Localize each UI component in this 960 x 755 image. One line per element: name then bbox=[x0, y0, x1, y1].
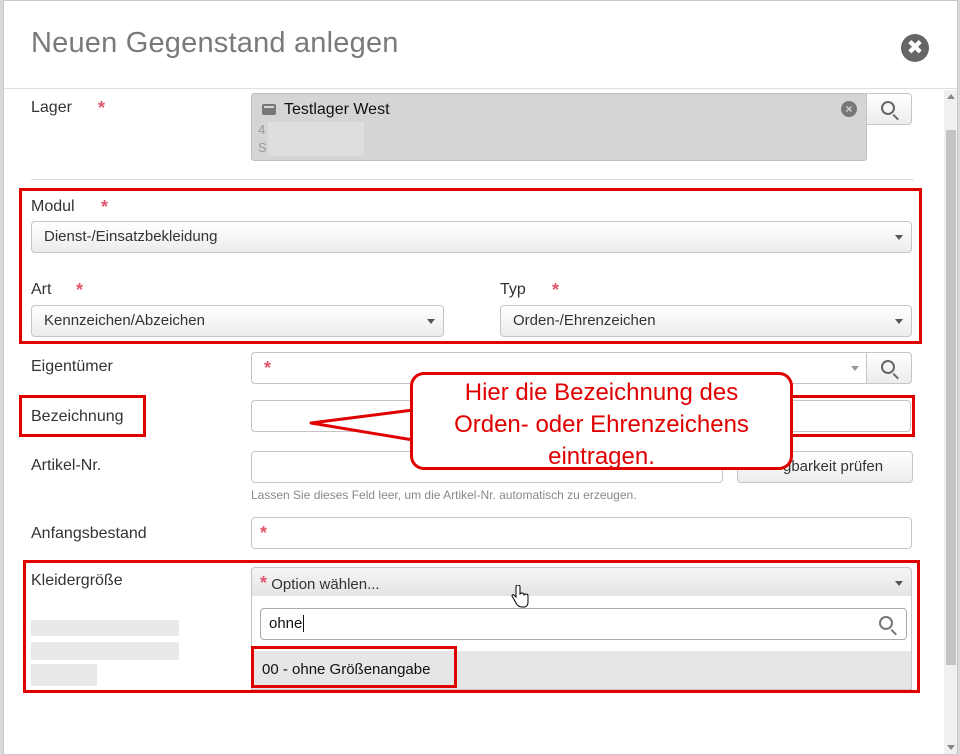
callout-tail bbox=[309, 408, 416, 442]
clear-icon[interactable]: × bbox=[841, 101, 857, 117]
highlight-box-modul-art-typ bbox=[19, 188, 922, 344]
highlight-box-option bbox=[251, 646, 457, 688]
search-icon bbox=[881, 360, 895, 374]
highlight-box-kleidergroesse bbox=[23, 560, 920, 693]
modal-title: Neuen Gegenstand anlegen bbox=[31, 27, 399, 59]
eigentuemer-search-button[interactable] bbox=[866, 352, 912, 384]
highlight-box-bezeichnung-input bbox=[787, 395, 915, 437]
scrollbar-thumb[interactable] bbox=[946, 130, 956, 665]
form-body: Lager * Testlager West × 4 S Modul * Die… bbox=[4, 90, 957, 754]
lager-address-line: 4 bbox=[258, 122, 266, 137]
anfangsbestand-required-marker: * bbox=[260, 523, 268, 543]
lager-value: Testlager West bbox=[284, 101, 390, 118]
vertical-scrollbar[interactable] bbox=[944, 90, 957, 754]
redacted-area bbox=[268, 122, 364, 156]
scroll-down-icon[interactable] bbox=[947, 745, 955, 750]
highlight-box-bezeichnung-label bbox=[19, 395, 146, 437]
eigentuemer-label: Eigentümer bbox=[31, 358, 113, 375]
chevron-down-icon bbox=[851, 366, 859, 371]
check-availability-label: gbarkeit prüfen bbox=[783, 458, 884, 475]
callout-line: Hier die Bezeichnung des bbox=[464, 379, 739, 406]
callout-line: Orden- oder Ehrenzeichens bbox=[454, 411, 749, 438]
scroll-up-icon[interactable] bbox=[947, 94, 955, 99]
eigentuemer-required-marker: * bbox=[264, 358, 272, 378]
lager-label: Lager bbox=[31, 99, 72, 116]
lager-required-marker: * bbox=[98, 98, 106, 118]
modal-dialog: Neuen Gegenstand anlegen ✖ Lager * Testl… bbox=[3, 0, 958, 755]
hand-cursor-icon bbox=[511, 585, 529, 608]
close-icon[interactable]: ✖ bbox=[901, 34, 929, 62]
instruction-callout: Hier die Bezeichnung des Orden- oder Ehr… bbox=[410, 372, 793, 470]
artikel-nr-hint: Lassen Sie dieses Feld leer, um die Arti… bbox=[251, 488, 637, 502]
lager-search-button[interactable] bbox=[866, 93, 912, 125]
callout-line: eintragen. bbox=[548, 443, 655, 470]
lager-address-line: S bbox=[258, 140, 267, 155]
search-icon bbox=[881, 101, 895, 115]
anfangsbestand-label: Anfangsbestand bbox=[31, 525, 147, 542]
modal-header: Neuen Gegenstand anlegen ✖ bbox=[4, 1, 957, 89]
divider bbox=[31, 179, 914, 180]
lager-selection[interactable]: Testlager West × 4 S bbox=[251, 93, 867, 161]
anfangsbestand-input[interactable]: * bbox=[251, 517, 912, 549]
artikel-nr-label: Artikel-Nr. bbox=[31, 457, 102, 474]
warehouse-icon bbox=[262, 104, 276, 115]
